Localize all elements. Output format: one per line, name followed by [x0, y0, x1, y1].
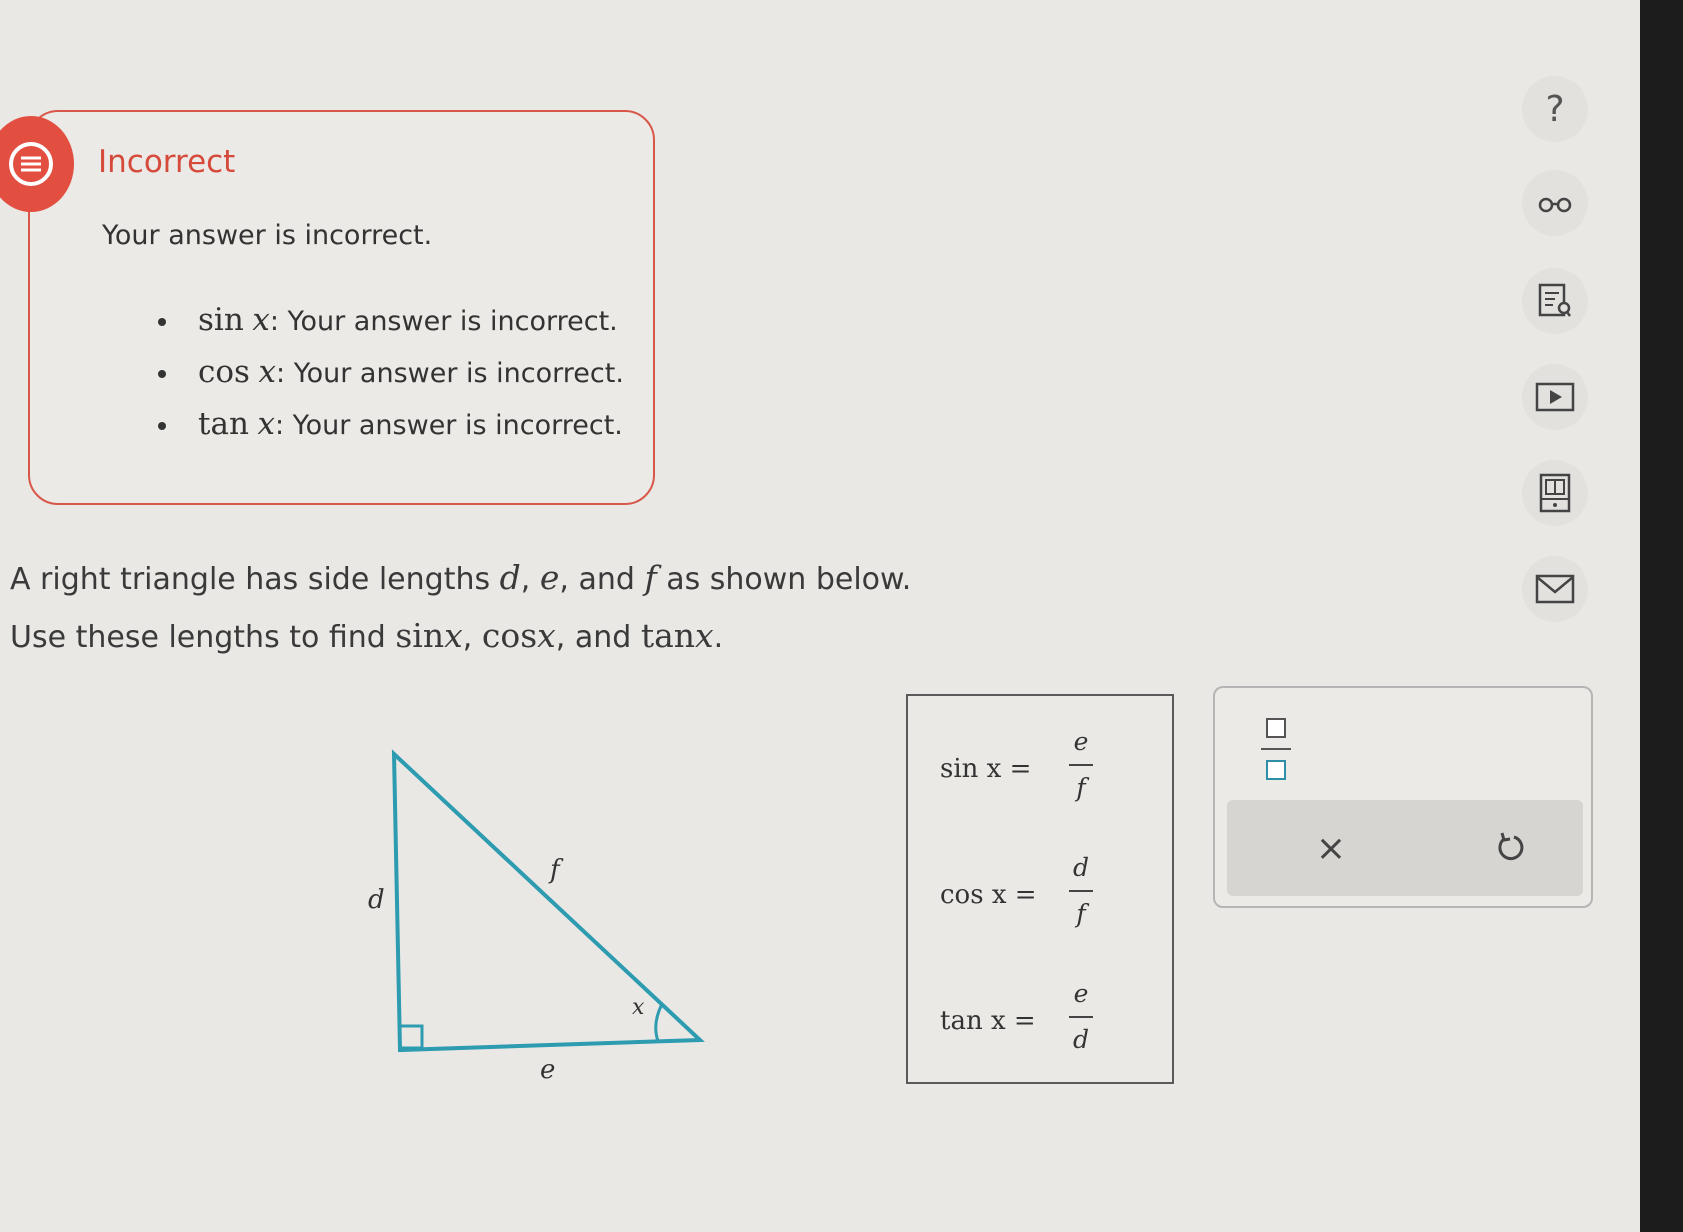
answer-cos-fraction[interactable]: df	[1063, 850, 1099, 932]
math-tool-palette: ×	[1213, 686, 1593, 908]
feedback-item-sin: sin x: Your answer is incorrect.	[158, 300, 624, 352]
video-button[interactable]	[1522, 364, 1588, 430]
answer-sin-fraction[interactable]: ef	[1063, 724, 1099, 806]
feedback-list: sin x: Your answer is incorrect. cos x: …	[158, 300, 624, 456]
envelope-icon	[1535, 574, 1575, 604]
label-f: f	[548, 855, 564, 885]
answer-row-tan: tan x = ed	[908, 976, 1172, 1066]
reading-glasses-button[interactable]	[1522, 170, 1588, 236]
calculator-button[interactable]	[1522, 460, 1588, 526]
label-d: d	[368, 885, 385, 915]
question-text: A right triangle has side lengths d, e, …	[10, 550, 911, 666]
fraction-numerator-box	[1266, 718, 1286, 738]
tool-action-bar: ×	[1227, 800, 1583, 896]
feedback-message: Your answer is incorrect.	[102, 220, 433, 251]
right-triangle-figure: d f x e	[368, 749, 705, 1085]
answer-row-cos: cos x = df	[908, 850, 1172, 940]
screen-bezel	[1640, 0, 1683, 1232]
feedback-item-cos: cos x: Your answer is incorrect.	[158, 352, 624, 404]
fraction-template-button[interactable]	[1255, 718, 1297, 780]
glasses-icon	[1538, 197, 1572, 213]
undo-icon	[1498, 832, 1524, 861]
clear-button[interactable]: ×	[1309, 826, 1353, 870]
document-search-icon	[1538, 283, 1571, 317]
help-button[interactable]: ?	[1522, 76, 1588, 142]
feedback-title: Incorrect	[98, 144, 236, 180]
feedback-item-tan: tan x: Your answer is incorrect.	[158, 404, 624, 456]
answer-tan-fraction[interactable]: ed	[1063, 976, 1099, 1058]
label-e: e	[540, 1055, 555, 1085]
question-line-1: A right triangle has side lengths d, e, …	[10, 558, 912, 597]
close-icon: ×	[1315, 827, 1347, 869]
label-x: x	[632, 995, 645, 1020]
play-video-icon	[1535, 382, 1575, 412]
undo-button[interactable]	[1489, 826, 1533, 870]
message-instructor-button[interactable]	[1522, 556, 1588, 622]
question-mark-icon: ?	[1545, 88, 1565, 130]
triangle-outline	[391, 749, 705, 1053]
calculator-book-icon	[1539, 473, 1571, 513]
right-angle-marker	[398, 1024, 424, 1050]
textbook-button[interactable]	[1522, 268, 1588, 334]
question-line-2: Use these lengths to find sinx, cosx, an…	[10, 616, 724, 655]
answer-row-sin: sin x = ef	[908, 724, 1172, 814]
answer-box: sin x = ef cos x = df tan x = ed	[906, 694, 1174, 1084]
angle-arc	[654, 1003, 664, 1042]
fraction-denominator-box	[1266, 760, 1286, 780]
